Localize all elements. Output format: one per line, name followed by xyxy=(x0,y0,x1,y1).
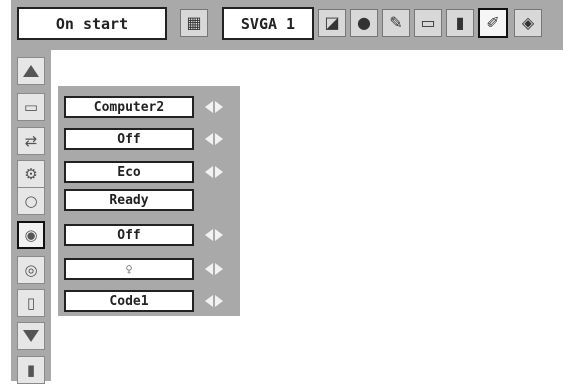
standby-setting-value[interactable]: Off xyxy=(64,224,194,246)
power-icon[interactable]: ⇄ xyxy=(17,127,45,155)
right-arrow-icon[interactable] xyxy=(215,295,223,307)
remote-code-arrows[interactable] xyxy=(199,290,229,312)
left-arrow-icon[interactable] xyxy=(205,166,213,178)
screen-icon[interactable]: ✎ xyxy=(382,9,410,37)
lamp-counter-value[interactable]: ♀ xyxy=(64,258,194,280)
right-arrow-icon[interactable] xyxy=(215,133,223,145)
remote-icon[interactable]: ▯ xyxy=(17,289,45,317)
left-arrow-icon[interactable] xyxy=(205,101,213,113)
right-arrow-icon[interactable] xyxy=(215,166,223,178)
left-arrow-icon[interactable] xyxy=(205,133,213,145)
standby-setting-arrows[interactable] xyxy=(199,224,229,246)
expand-icon[interactable]: ◈ xyxy=(514,9,542,37)
color-adjust-icon[interactable]: ● xyxy=(350,9,378,37)
left-arrow-icon[interactable] xyxy=(205,295,213,307)
lamp-status-value: Ready xyxy=(64,189,194,211)
lamp-mode-arrows[interactable] xyxy=(199,161,229,183)
lamp-counter-arrows[interactable] xyxy=(199,258,229,280)
standby-icon[interactable]: ◉ xyxy=(17,221,45,249)
lamp-mode-value[interactable]: Eco xyxy=(64,161,194,183)
setting-icon[interactable]: ▮ xyxy=(446,9,474,37)
left-arrow-icon[interactable] xyxy=(205,263,213,275)
exit-icon[interactable]: ▮ xyxy=(17,356,45,384)
scroll-up-icon[interactable] xyxy=(17,57,45,85)
bulb-icon: ♀ xyxy=(125,262,133,276)
input-icon[interactable]: ▭ xyxy=(17,93,45,121)
right-arrow-icon[interactable] xyxy=(215,263,223,275)
right-arrow-icon[interactable] xyxy=(215,229,223,241)
image-select-icon[interactable]: ◪ xyxy=(318,9,346,37)
sound-icon[interactable]: ▭ xyxy=(414,9,442,37)
power-setting-value[interactable]: Off xyxy=(64,128,194,150)
lamp-counter-icon[interactable]: ◎ xyxy=(17,256,45,284)
scroll-down-icon[interactable] xyxy=(17,322,45,350)
picture-adjust-icon[interactable]: ▦ xyxy=(180,9,208,37)
pen-settings-icon[interactable]: ✐ xyxy=(478,8,508,38)
power-setting-arrows[interactable] xyxy=(199,128,229,150)
start-mode-field[interactable]: On start xyxy=(17,7,167,40)
input-setting-value[interactable]: Computer2 xyxy=(64,96,194,118)
remote-code-value[interactable]: Code1 xyxy=(64,290,194,312)
input-setting-arrows[interactable] xyxy=(199,96,229,118)
right-arrow-icon[interactable] xyxy=(215,101,223,113)
signal-field: SVGA 1 xyxy=(222,7,314,40)
left-arrow-icon[interactable] xyxy=(205,229,213,241)
lamp-status-icon[interactable]: ○ xyxy=(17,187,45,215)
lamp-mode-icon[interactable]: ⚙ xyxy=(17,160,45,188)
